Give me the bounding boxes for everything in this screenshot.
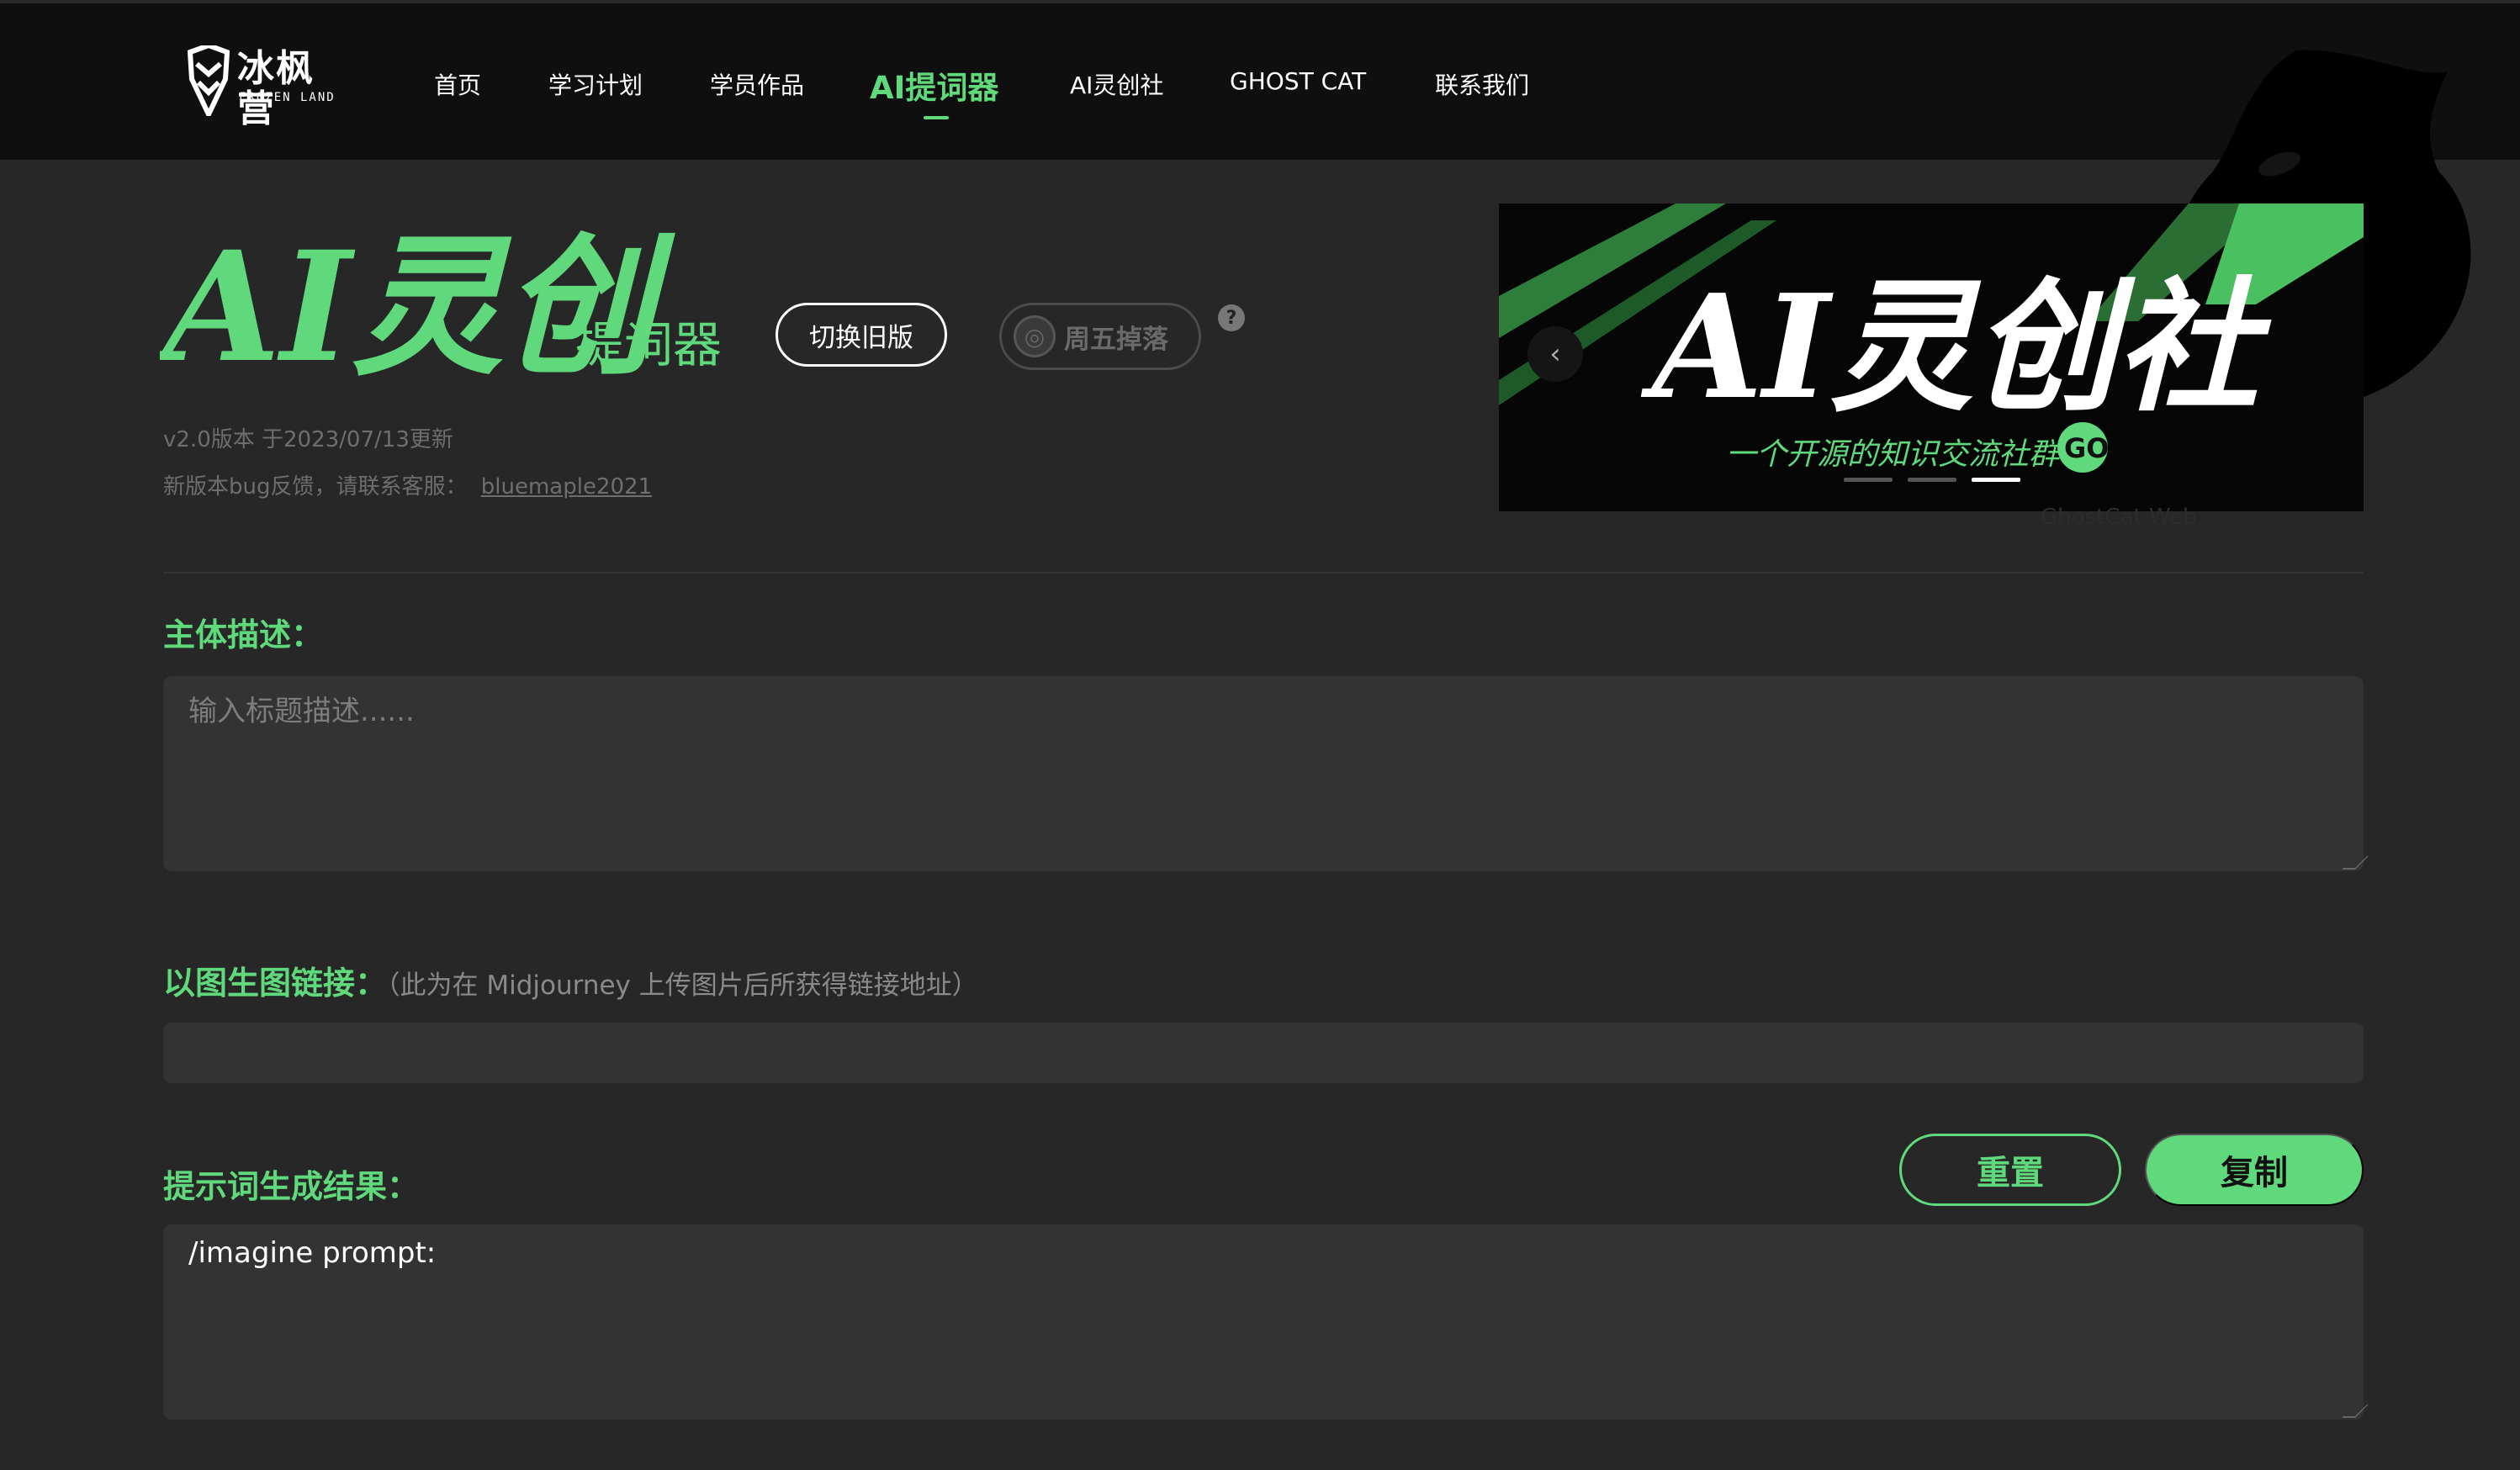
logo-icon [187,45,230,116]
nav-ai-prompter[interactable]: AI提词器 [870,62,998,108]
reset-button[interactable]: 重置 [1899,1134,2121,1206]
hero-subtitle: 提词器 [575,316,722,373]
nav-ghost-cat[interactable]: GHOST CAT [1230,67,1366,95]
nav-ai-community[interactable]: AI灵创社 [1070,67,1163,101]
copy-button[interactable]: 复制 [2145,1134,2364,1206]
banner-pagination [1844,478,2020,482]
image-link-label: 以图生图链接： [163,965,388,1002]
friday-drop-button[interactable]: ◎ 周五掉落 [999,303,1201,370]
image-link-note: （此为在 Midjourney 上传图片后所获得链接地址） [387,970,978,1001]
switch-old-version-button[interactable]: 切换旧版 [776,303,947,367]
version-info: v2.0版本 于2023/07/13更新 [163,427,453,452]
logo-subtext: FROZEN LAND [239,91,336,104]
banner-prev-button[interactable]: ‹ [1527,326,1583,382]
banner-caption: GhostCat Web [2041,505,2197,530]
banner-tagline: 一个开源的知识交流社群！ [1726,437,2089,472]
banner-artwork: AI灵创社 一个开源的知识交流社群！ GO [1499,204,2364,473]
result-label: 提示词生成结果： [163,1168,420,1205]
banner-dot-active[interactable] [1972,478,2020,482]
nav-active-indicator [924,116,949,119]
drop-swirl-icon: ◎ [1014,315,1056,357]
result-textarea[interactable]: /imagine prompt: [163,1224,2364,1420]
subject-label: 主体描述： [163,616,324,653]
logo[interactable]: 冰枫营 FROZEN LAND [185,45,336,130]
banner-dot[interactable] [1908,478,1956,482]
nav-study-plan[interactable]: 学习计划 [548,67,643,101]
hero-title-art: AI灵创 提词器 [160,219,722,396]
logo-text: 冰枫营 [237,47,315,130]
help-icon[interactable]: ? [1218,304,1245,331]
banner-dot[interactable] [1844,478,1893,482]
nav-student-works[interactable]: 学员作品 [710,67,804,101]
image-link-label-row: 以图生图链接：（此为在 Midjourney 上传图片后所获得链接地址） [163,957,978,1003]
community-banner[interactable]: AI灵创社 一个开源的知识交流社群！ GO ‹ [1499,204,2364,511]
image-link-input[interactable] [163,1023,2364,1083]
friday-drop-label: 周五掉落 [1064,324,1168,355]
banner-go-badge: GO [2064,432,2109,464]
nav-home[interactable]: 首页 [434,67,481,101]
subject-textarea[interactable] [163,676,2364,871]
nav-contact[interactable]: 联系我们 [1435,67,1529,101]
feedback-text: 新版本bug反馈，请联系客服： [163,474,468,500]
feedback-info: 新版本bug反馈，请联系客服： bluemaple2021 [163,469,652,500]
section-divider [163,572,2364,574]
feedback-contact-link[interactable]: bluemaple2021 [481,474,652,500]
banner-title: AI灵创社 [1640,263,2272,431]
